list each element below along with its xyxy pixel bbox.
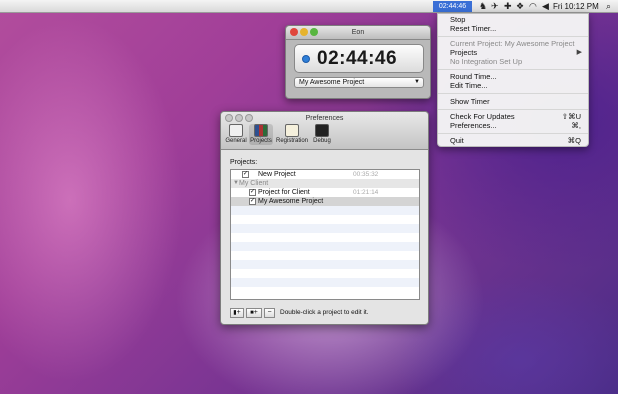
- eon-window-title: Eon: [351, 29, 365, 36]
- submenu-arrow-icon: ▶: [576, 49, 582, 56]
- shortcut-check-updates: ⇧⌘U: [561, 112, 581, 121]
- adium-icon[interactable]: ♞: [479, 1, 487, 12]
- remove-project-button[interactable]: −: [264, 308, 275, 318]
- preferences-toolbar: Preferences General Projects Registratio…: [221, 112, 428, 150]
- console-icon: [315, 124, 329, 137]
- certificate-icon: [285, 124, 299, 137]
- empty-row: [231, 242, 419, 251]
- project-name: New Project: [258, 171, 296, 178]
- eon-titlebar[interactable]: Eon: [286, 26, 430, 40]
- dropbox-icon[interactable]: ❖: [516, 1, 524, 12]
- menu-item-preferences[interactable]: Preferences...: [450, 121, 497, 130]
- menu-separator: [438, 36, 588, 37]
- timer-status-icon[interactable]: [302, 55, 310, 63]
- shortcut-quit: ⌘Q: [567, 136, 581, 145]
- add-client-button[interactable]: ■+: [246, 308, 262, 318]
- switch-icon: [229, 124, 243, 137]
- empty-row: [231, 233, 419, 242]
- group-name: My Client: [239, 180, 269, 187]
- empty-row: [231, 251, 419, 260]
- spotlight-icon[interactable]: ⌕: [606, 1, 611, 12]
- empty-row: [231, 287, 419, 296]
- projects-label: Projects:: [230, 159, 258, 166]
- tab-debug[interactable]: Debug: [311, 124, 333, 145]
- project-select[interactable]: My Awesome Project ▼: [294, 77, 424, 88]
- empty-row: [231, 206, 419, 215]
- project-checkbox[interactable]: ✓: [249, 198, 256, 205]
- wifi-icon[interactable]: ◠: [529, 1, 537, 12]
- eon-menu: Stop Reset Timer... Current Project: My …: [437, 13, 589, 147]
- projects-table[interactable]: ✓ New Project 00:35:32 ▼ My Client ✓ Pro…: [230, 169, 420, 300]
- table-row[interactable]: ✓ Project for Client 01:21:14: [231, 188, 419, 197]
- menu-separator: [438, 133, 588, 134]
- empty-row: [231, 224, 419, 233]
- tab-general[interactable]: General: [224, 124, 248, 145]
- tab-registration-label: Registration: [275, 138, 308, 144]
- empty-row: [231, 215, 419, 224]
- menu-item-reset-timer[interactable]: Reset Timer...: [450, 24, 496, 33]
- menu-item-edit-time[interactable]: Edit Time...: [450, 81, 488, 90]
- timer-display[interactable]: 02:44:46: [294, 44, 424, 73]
- tab-projects-label: Projects: [250, 138, 272, 144]
- menu-separator: [438, 93, 588, 94]
- volume-icon[interactable]: ◀: [542, 1, 549, 12]
- tab-debug-label: Debug: [313, 138, 331, 144]
- chevron-down-icon: ▼: [414, 79, 420, 85]
- table-group-row[interactable]: ▼ My Client: [231, 179, 419, 188]
- menu-item-check-updates[interactable]: Check For Updates: [450, 112, 515, 121]
- menu-separator: [438, 109, 588, 110]
- menu-integration-status: No Integration Set Up: [450, 57, 523, 66]
- menu-item-stop[interactable]: Stop: [450, 15, 465, 24]
- menu-bar: 02:44:46 ♞ ✈ ✚ ❖ ◠ ◀ Fri 10:12 PM ⌕: [0, 0, 618, 13]
- shortcut-preferences: ⌘,: [571, 121, 581, 130]
- remove-project-label: −: [267, 309, 272, 316]
- eon-window: Eon 02:44:46 My Awesome Project ▼: [285, 25, 431, 99]
- table-row[interactable]: ✓ New Project 00:35:32: [231, 170, 419, 179]
- project-time: 01:21:14: [353, 189, 379, 196]
- menubar-timer[interactable]: 02:44:46: [433, 1, 472, 12]
- empty-row: [231, 278, 419, 287]
- tab-general-label: General: [225, 138, 247, 144]
- empty-row: [231, 269, 419, 278]
- books-icon: [254, 124, 268, 137]
- empty-row: [231, 260, 419, 269]
- menubar-clock[interactable]: Fri 10:12 PM: [553, 0, 599, 13]
- menu-current-project: Current Project: My Awesome Project: [450, 39, 575, 48]
- menu-item-projects[interactable]: Projects: [450, 48, 477, 57]
- menu-item-show-timer[interactable]: Show Timer: [450, 97, 490, 106]
- project-name: Project for Client: [258, 189, 310, 196]
- preferences-window: Preferences General Projects Registratio…: [220, 111, 429, 325]
- edit-hint-text: Double-click a project to edit it.: [280, 309, 369, 316]
- add-client-label: +: [253, 309, 258, 316]
- project-checkbox[interactable]: ✓: [242, 171, 249, 178]
- add-project-label: +: [236, 309, 241, 316]
- menu-item-round-time[interactable]: Round Time...: [450, 72, 497, 81]
- project-select-value: My Awesome Project: [299, 79, 365, 86]
- menu-item-quit[interactable]: Quit: [450, 136, 464, 145]
- plus-icon[interactable]: ✚: [504, 1, 512, 12]
- add-project-button[interactable]: ▮+: [230, 308, 244, 318]
- project-name: My Awesome Project: [258, 198, 324, 205]
- bird-icon[interactable]: ✈: [491, 1, 499, 12]
- tab-projects[interactable]: Projects: [249, 124, 273, 145]
- menu-separator: [438, 69, 588, 70]
- table-row[interactable]: ✓ My Awesome Project: [231, 197, 419, 206]
- project-checkbox[interactable]: ✓: [249, 189, 256, 196]
- project-time: 00:35:32: [353, 171, 379, 178]
- timer-time: 02:44:46: [317, 48, 398, 69]
- tab-registration[interactable]: Registration: [275, 124, 309, 145]
